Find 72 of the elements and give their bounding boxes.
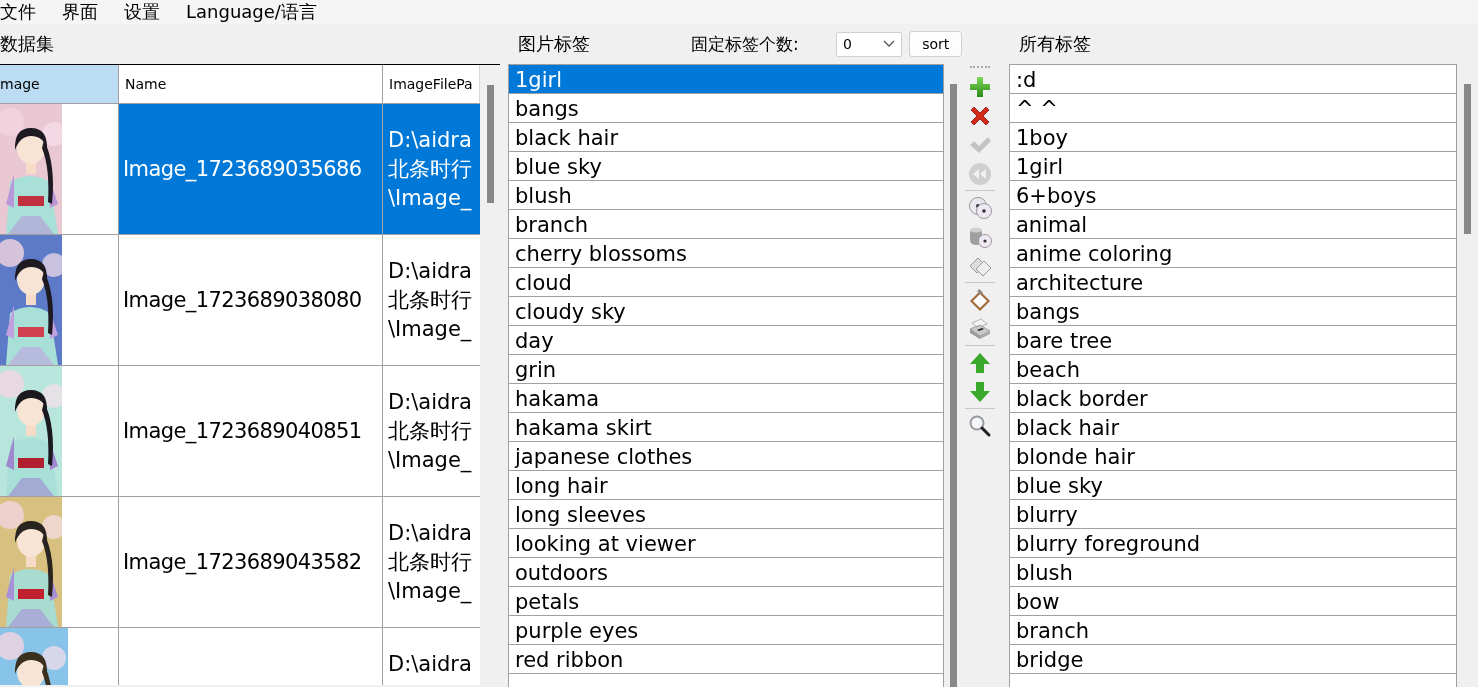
menu-item[interactable]: 文件	[0, 0, 38, 24]
tag-item[interactable]: bare tree	[1010, 326, 1456, 355]
tag-item[interactable]: red ribbon	[509, 645, 943, 674]
tag-item[interactable]: black border	[1010, 384, 1456, 413]
tag-item[interactable]: bangs	[1010, 297, 1456, 326]
tag-item[interactable]: looking at viewer	[509, 529, 943, 558]
tag-item[interactable]: beach	[1010, 355, 1456, 384]
tag-item[interactable]: 6+boys	[1010, 181, 1456, 210]
tag-item[interactable]: blush	[509, 181, 943, 210]
table-cell-text: D:\aidra	[387, 651, 472, 678]
table-row[interactable]: Image_1723689038080 D:\aidra 北条时行 \Image_	[0, 235, 480, 366]
section-title: 数据集	[0, 32, 54, 56]
tag-item[interactable]: blonde hair	[1010, 442, 1456, 471]
tag-item[interactable]: :d	[1010, 65, 1456, 94]
table-cell-text: D:\aidra 北条时行 \Image_	[387, 126, 472, 213]
tag-item[interactable]: black hair	[509, 123, 943, 152]
tag-item[interactable]: ^ ^	[1010, 94, 1456, 123]
sort-button[interactable]: sort	[909, 31, 962, 57]
tag-item[interactable]: hakama	[509, 384, 943, 413]
table-row[interactable]: D:\aidra	[0, 628, 480, 685]
tag-item[interactable]: long sleeves	[509, 500, 943, 529]
tag-item[interactable]: cloud	[509, 268, 943, 297]
tag-item[interactable]: blush	[1010, 558, 1456, 587]
tag-item[interactable]: blurry foreground	[1010, 529, 1456, 558]
tag-item[interactable]: 1boy	[1010, 123, 1456, 152]
table-cell-text: D:\aidra 北条时行 \Image_	[387, 257, 472, 344]
tag-item[interactable]: architecture	[1010, 268, 1456, 297]
tag-item[interactable]: black hair	[1010, 413, 1456, 442]
table-cell-text: Image_1723689040851	[122, 419, 362, 443]
tag-item[interactable]: bow	[1010, 587, 1456, 616]
column-header[interactable]: mage	[0, 65, 119, 103]
add-icon	[968, 74, 992, 99]
section-title: 所有标签	[1019, 32, 1091, 56]
tag-item[interactable]: japanese clothes	[509, 442, 943, 471]
tag-item[interactable]: blue sky	[1010, 471, 1456, 500]
table-cell-text: Image_1723689043582	[122, 550, 362, 574]
tag-item[interactable]: branch	[1010, 616, 1456, 645]
tag-item[interactable]: outdoors	[509, 558, 943, 587]
tag-item[interactable]: branch	[509, 210, 943, 239]
table-cell-text: Image_1723689038080	[122, 288, 362, 312]
tag-item[interactable]: blurry	[1010, 500, 1456, 529]
table-row[interactable]: Image_1723689040851 D:\aidra 北条时行 \Image_	[0, 366, 480, 497]
tag-item[interactable]: bridge	[1010, 645, 1456, 674]
caret-icon	[883, 40, 896, 48]
section-title: 图片标签	[518, 32, 591, 56]
tag-item[interactable]: cherry blossoms	[509, 239, 943, 268]
tag-item[interactable]: anime coloring	[1010, 239, 1456, 268]
tag-item[interactable]: hakama skirt	[509, 413, 943, 442]
tag-item[interactable]: 1girl	[509, 65, 943, 94]
tag-item[interactable]: day	[509, 326, 943, 355]
menu-item[interactable]: Language/语言	[186, 0, 319, 24]
down-arrow-icon	[968, 379, 992, 404]
discs-icon	[968, 195, 992, 220]
tag-item[interactable]: 1girl	[1010, 152, 1456, 181]
table-cell-text: Image_1723689035686	[122, 157, 362, 181]
printer-icon	[968, 316, 992, 341]
rewind-icon	[968, 161, 992, 186]
tag-item[interactable]: long hair	[509, 471, 943, 500]
tag-item[interactable]: grin	[509, 355, 943, 384]
table-cell-text: D:\aidra 北条时行 \Image_	[387, 388, 472, 475]
tag-item[interactable]: petals	[509, 587, 943, 616]
tag-item[interactable]: blue sky	[509, 152, 943, 181]
clipboard-icon	[968, 287, 992, 312]
menu-item[interactable]: 界面	[62, 0, 100, 24]
fixed-count-label: 固定标签个数:	[691, 32, 800, 56]
table-cell-text: D:\aidra 北条时行 \Image_	[387, 519, 472, 606]
fixed-count-dropdown[interactable]: 0	[836, 31, 903, 57]
tag-item[interactable]: cloudy sky	[509, 297, 943, 326]
menu-item[interactable]: 设置	[124, 0, 162, 24]
tag-item[interactable]: bangs	[509, 94, 943, 123]
tag-item[interactable]: purple eyes	[509, 616, 943, 645]
tag-item[interactable]: animal	[1010, 210, 1456, 239]
